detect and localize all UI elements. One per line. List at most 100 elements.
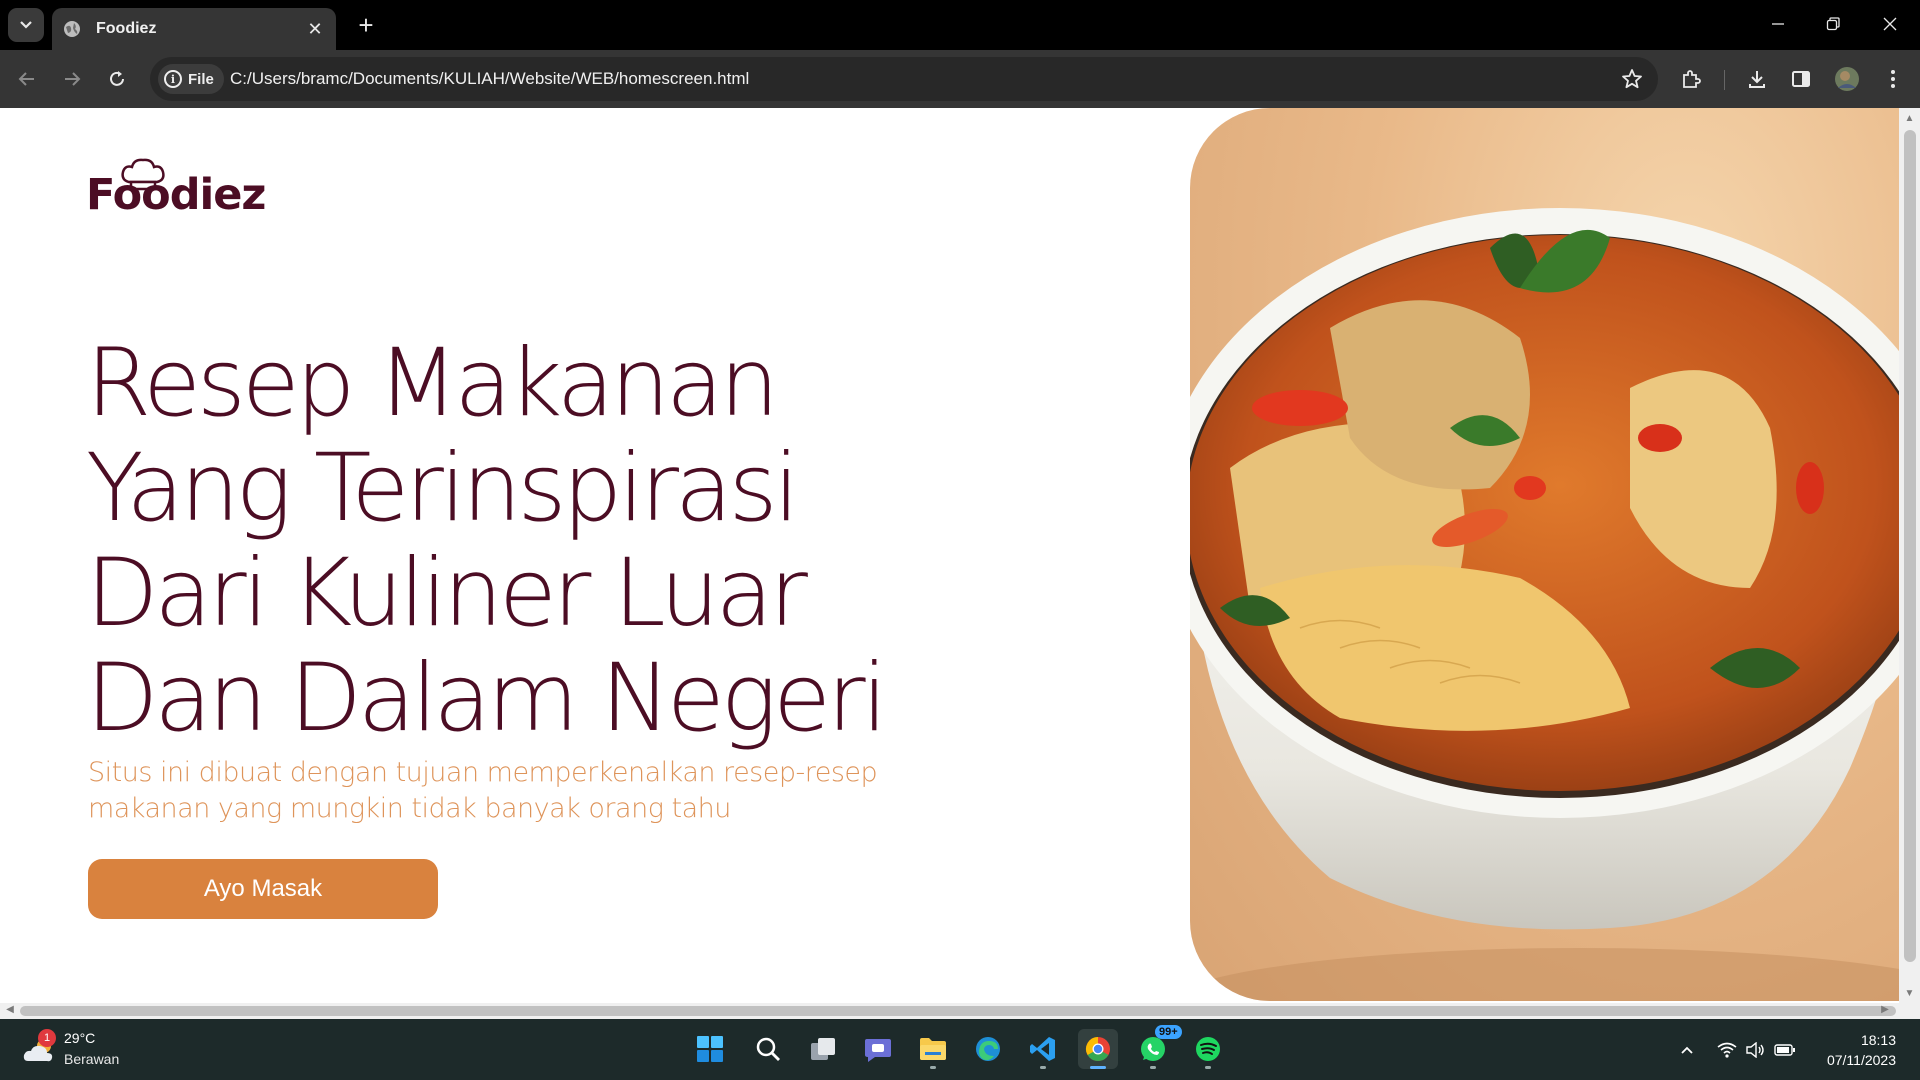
hero-subtitle: Situs ini dibuat dengan tujuan memperken… bbox=[88, 757, 878, 824]
spotify-button[interactable] bbox=[1188, 1029, 1228, 1069]
site-info-label: File bbox=[188, 70, 214, 88]
back-button[interactable] bbox=[12, 64, 42, 94]
whatsapp-button[interactable]: 99+ bbox=[1133, 1025, 1182, 1069]
profile-avatar[interactable] bbox=[1832, 64, 1862, 94]
vertical-scroll-thumb[interactable] bbox=[1904, 130, 1916, 962]
page-viewport: Foodiez Resep Makanan Yang Terinspirasi … bbox=[0, 108, 1920, 1019]
edge-icon bbox=[976, 1037, 1000, 1061]
side-panel-icon bbox=[1792, 71, 1810, 87]
running-indicator bbox=[930, 1066, 936, 1069]
start-button[interactable] bbox=[690, 1029, 730, 1069]
toolbar-divider bbox=[1724, 70, 1725, 90]
running-indicator bbox=[1205, 1066, 1211, 1069]
restore-button[interactable] bbox=[1813, 6, 1853, 42]
vscode-icon bbox=[1030, 1037, 1055, 1061]
close-window-button[interactable] bbox=[1870, 6, 1910, 42]
tab-title: Foodiez bbox=[96, 20, 157, 37]
spotify-icon bbox=[1196, 1037, 1220, 1061]
reload-button[interactable] bbox=[102, 64, 132, 94]
ayo-masak-button[interactable]: Ayo Masak bbox=[88, 859, 438, 919]
windows-taskbar: 1 29°C Berawan 99+ 18:13 07/11/2023 bbox=[0, 1019, 1920, 1080]
wifi-status[interactable] bbox=[1716, 1039, 1738, 1061]
clock-time: 18:13 bbox=[1860, 1032, 1896, 1048]
minimize-button[interactable] bbox=[1758, 6, 1798, 42]
arrow-right-icon bbox=[65, 72, 81, 86]
more-vertical-icon bbox=[1891, 70, 1895, 88]
globe-icon bbox=[64, 21, 80, 37]
search-icon bbox=[756, 1037, 780, 1061]
running-indicator bbox=[1040, 1066, 1046, 1069]
tab-strip: Foodiez ✕ + bbox=[0, 0, 1920, 50]
taskbar-search-button[interactable] bbox=[748, 1029, 788, 1069]
whatsapp-icon bbox=[1141, 1037, 1165, 1061]
weather-widget[interactable]: 1 29°C Berawan bbox=[22, 1029, 162, 1071]
chevron-up-icon bbox=[1681, 1046, 1693, 1054]
scroll-right-arrow[interactable]: ▶ bbox=[1878, 1004, 1892, 1015]
whatsapp-unread-badge: 99+ bbox=[1155, 1025, 1182, 1039]
chevron-down-icon bbox=[20, 21, 32, 29]
hero-headline: Resep Makanan Yang Terinspirasi Dari Kul… bbox=[86, 331, 986, 751]
teams-chat-button[interactable] bbox=[858, 1029, 898, 1069]
running-indicator bbox=[1150, 1066, 1156, 1069]
restore-icon bbox=[1826, 17, 1840, 31]
address-bar[interactable]: i File C:/Users/bramc/Documents/KULIAH/W… bbox=[150, 57, 1658, 101]
close-tab-icon[interactable]: ✕ bbox=[304, 19, 326, 40]
reload-icon bbox=[110, 71, 124, 86]
info-icon: i bbox=[164, 70, 182, 88]
horizontal-scrollbar[interactable]: ◀ ▶ bbox=[0, 1003, 1920, 1019]
bookmark-star-icon[interactable] bbox=[1620, 67, 1644, 91]
scroll-left-arrow[interactable]: ◀ bbox=[3, 1004, 17, 1015]
browser-toolbar: i File C:/Users/bramc/Documents/KULIAH/W… bbox=[0, 50, 1920, 108]
taskbar-clock[interactable]: 18:13 07/11/2023 bbox=[1827, 1030, 1896, 1070]
speaker-icon bbox=[1746, 1042, 1764, 1058]
weather-notification-badge: 1 bbox=[38, 1029, 56, 1047]
windows-logo-icon bbox=[697, 1036, 723, 1062]
headline-line-1: Resep Makanan bbox=[86, 329, 779, 438]
arrow-left-icon bbox=[18, 72, 34, 86]
download-icon bbox=[1749, 71, 1765, 88]
headline-line-4: Dan Dalam Negeri bbox=[86, 644, 888, 753]
horizontal-scroll-thumb[interactable] bbox=[20, 1006, 1896, 1016]
foodiez-logo[interactable]: Foodiez bbox=[86, 158, 266, 220]
headline-line-2: Yang Terinspirasi bbox=[86, 434, 800, 543]
url-text[interactable]: C:/Users/bramc/Documents/KULIAH/Website/… bbox=[230, 69, 749, 89]
weather-condition: Berawan bbox=[64, 1051, 120, 1067]
wifi-icon bbox=[1717, 1042, 1737, 1058]
close-icon bbox=[1883, 17, 1897, 31]
headline-line-3: Dari Kuliner Luar bbox=[86, 539, 808, 648]
active-indicator bbox=[1090, 1066, 1106, 1069]
downloads-button[interactable] bbox=[1742, 64, 1772, 94]
volume-status[interactable] bbox=[1745, 1039, 1767, 1061]
chat-icon bbox=[865, 1039, 891, 1062]
scroll-down-arrow[interactable]: ▼ bbox=[1903, 987, 1916, 1001]
chrome-button[interactable] bbox=[1078, 1029, 1118, 1069]
chrome-icon bbox=[1085, 1037, 1110, 1062]
show-hidden-icons-button[interactable] bbox=[1676, 1039, 1698, 1061]
logo-text: Foodiez bbox=[86, 170, 266, 220]
vertical-scrollbar[interactable]: ▲ ▼ bbox=[1899, 108, 1920, 1003]
battery-charging-icon bbox=[1774, 1044, 1795, 1056]
edge-browser-button[interactable] bbox=[968, 1029, 1008, 1069]
browser-tab-foodiez[interactable]: Foodiez ✕ bbox=[52, 8, 336, 50]
folder-icon bbox=[920, 1038, 946, 1060]
file-explorer-button[interactable] bbox=[913, 1029, 953, 1069]
hero-food-image bbox=[1190, 108, 1900, 1001]
site-info-chip[interactable]: i File bbox=[158, 64, 224, 94]
browser-menu-button[interactable] bbox=[1878, 64, 1908, 94]
forward-button[interactable] bbox=[57, 64, 87, 94]
avatar-icon bbox=[1835, 67, 1859, 91]
extensions-button[interactable] bbox=[1676, 64, 1706, 94]
new-tab-button[interactable]: + bbox=[352, 10, 380, 41]
tab-search-button[interactable] bbox=[8, 8, 44, 42]
task-view-button[interactable] bbox=[803, 1029, 843, 1069]
side-panel-button[interactable] bbox=[1786, 64, 1816, 94]
puzzle-icon bbox=[1683, 70, 1701, 88]
vscode-button[interactable] bbox=[1023, 1029, 1063, 1069]
weather-temperature: 29°C bbox=[64, 1030, 96, 1046]
battery-status[interactable] bbox=[1774, 1039, 1796, 1061]
task-view-icon bbox=[811, 1038, 835, 1060]
minimize-icon bbox=[1772, 23, 1784, 25]
clock-date: 07/11/2023 bbox=[1826, 1052, 1896, 1068]
fish-curry-illustration bbox=[1190, 208, 1900, 1001]
scroll-up-arrow[interactable]: ▲ bbox=[1903, 112, 1916, 126]
